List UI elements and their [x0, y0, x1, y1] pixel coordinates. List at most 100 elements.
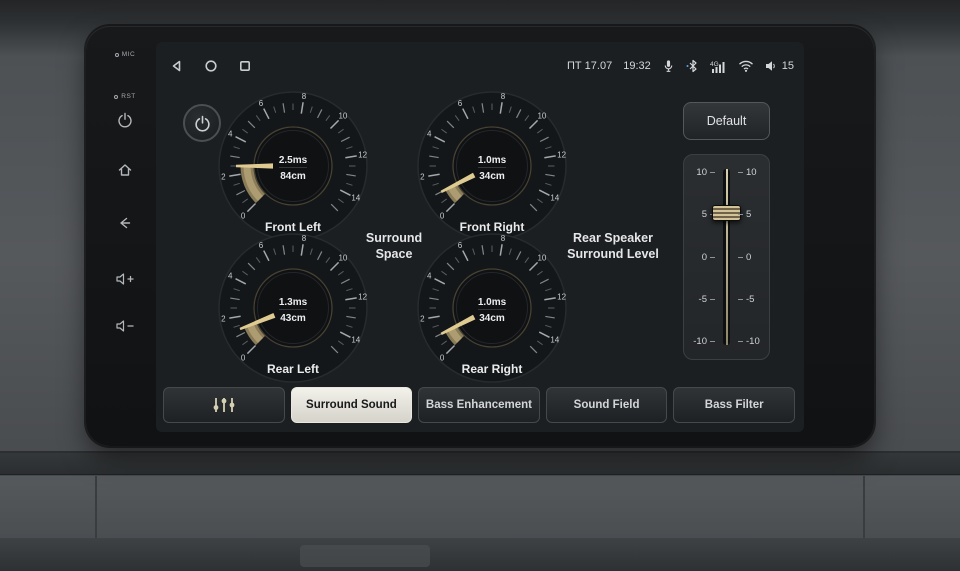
tab-bass-enhancement[interactable]: Bass Enhancement — [418, 387, 540, 423]
svg-text:1.3ms: 1.3ms — [279, 297, 308, 308]
bluetooth-icon — [686, 59, 699, 73]
status-indicators: ПТ 17.07 19:32 4G 15 — [567, 59, 794, 73]
svg-text:84cm: 84cm — [280, 171, 306, 182]
default-button[interactable]: Default — [683, 102, 770, 140]
equalizer-icon — [211, 396, 237, 414]
nav-back-button[interactable] — [170, 59, 184, 73]
svg-text:2: 2 — [420, 173, 425, 182]
dashboard-bottom-band — [0, 538, 960, 571]
tick-dash — [710, 341, 715, 342]
home-button-physical[interactable] — [103, 162, 147, 178]
svg-text:14: 14 — [550, 336, 559, 345]
slider-handle[interactable] — [712, 205, 741, 221]
back-button-physical[interactable] — [103, 215, 147, 231]
tick-dash — [738, 257, 743, 258]
svg-text:2: 2 — [221, 173, 226, 182]
status-date: ПТ 17.07 — [567, 60, 612, 72]
volume-down-icon — [116, 319, 135, 333]
tick-dash — [738, 341, 743, 342]
surround-space-label: Surround Space — [347, 230, 441, 263]
tick-label: 10 — [691, 167, 707, 178]
surround-level-slider[interactable]: 10 5 0 -5 -10 10 5 0 -5 -10 — [683, 154, 770, 360]
power-button-physical[interactable] — [103, 112, 147, 128]
svg-text:12: 12 — [557, 151, 566, 160]
cellular-4g-icon: 4G — [710, 60, 727, 73]
svg-text:8: 8 — [302, 92, 307, 101]
tick-dash — [738, 172, 743, 173]
nav-buttons — [170, 59, 252, 73]
tick-dash — [710, 172, 715, 173]
rear-left-label: Rear Left — [213, 362, 373, 376]
tab-bass-filter[interactable]: Bass Filter — [673, 387, 795, 423]
tick-dash — [710, 299, 715, 300]
dashboard-trim-groove — [0, 453, 960, 475]
home-icon — [117, 162, 133, 178]
tab-surround-sound[interactable]: Surround Sound — [291, 387, 413, 423]
volume-down-button-physical[interactable] — [103, 319, 147, 333]
rear-right-label: Rear Right — [412, 362, 572, 376]
reset-label: RST — [121, 93, 136, 100]
slider-rod — [726, 169, 728, 345]
svg-text:8: 8 — [501, 92, 506, 101]
slider-track[interactable] — [723, 169, 730, 345]
sound-settings-tabbar: Surround Sound Bass Enhancement Sound Fi… — [163, 387, 795, 423]
svg-text:12: 12 — [358, 151, 367, 160]
dashboard-seam-right — [863, 476, 865, 538]
tick-label: -5 — [746, 294, 762, 305]
microphone-icon — [662, 59, 675, 73]
slider-scale-right: 10 5 0 -5 -10 — [738, 167, 762, 347]
mic-hole-label: MIC — [103, 51, 147, 58]
svg-text:12: 12 — [358, 293, 367, 302]
mic-label: MIC — [122, 51, 135, 58]
svg-text:4: 4 — [228, 130, 233, 139]
volume-up-icon — [116, 272, 135, 286]
front-left-delay-knob[interactable]: 024681012142.5ms84cm Front Left — [213, 86, 373, 246]
wifi-icon — [738, 60, 754, 72]
svg-text:34cm: 34cm — [479, 313, 505, 324]
reset-hole — [114, 95, 118, 99]
volume-up-button-physical[interactable] — [103, 272, 147, 286]
rear-speaker-surround-level-label: Rear Speaker Surround Level — [549, 230, 677, 263]
svg-text:10: 10 — [537, 112, 546, 121]
svg-text:43cm: 43cm — [280, 313, 306, 324]
head-unit: MIC RST — [86, 26, 874, 446]
svg-text:10: 10 — [537, 254, 546, 263]
svg-text:10: 10 — [338, 112, 347, 121]
reset-hole-label: RST — [103, 93, 147, 100]
svg-text:8: 8 — [302, 234, 307, 243]
svg-text:1.0ms: 1.0ms — [478, 297, 507, 308]
tick-label: 0 — [746, 252, 762, 263]
tick-label: 0 — [691, 252, 707, 263]
slider-scale-left: 10 5 0 -5 -10 — [691, 167, 715, 347]
dashboard-lower-panel — [0, 476, 960, 538]
tick-label: -10 — [746, 336, 762, 347]
back-arrow-icon — [117, 215, 133, 231]
tick-label: -5 — [691, 294, 707, 305]
mic-hole — [115, 53, 119, 57]
dashboard-seam-left — [95, 476, 97, 538]
tick-label: 5 — [691, 209, 707, 220]
svg-text:2.5ms: 2.5ms — [279, 155, 308, 166]
svg-text:6: 6 — [259, 241, 264, 250]
svg-text:6: 6 — [458, 99, 463, 108]
volume-icon — [765, 60, 777, 72]
svg-text:4: 4 — [427, 130, 432, 139]
network-label: 4G — [710, 61, 719, 68]
svg-text:1.0ms: 1.0ms — [478, 155, 507, 166]
power-icon — [194, 115, 211, 132]
svg-text:14: 14 — [550, 194, 559, 203]
power-icon — [117, 112, 133, 128]
volume-level: 15 — [782, 60, 794, 72]
front-right-delay-knob[interactable]: 024681012141.0ms34cm Front Right — [412, 86, 572, 246]
status-time: 19:32 — [623, 60, 651, 72]
tick-label: 5 — [746, 209, 762, 220]
car-dashboard: MIC RST — [0, 0, 960, 571]
svg-text:14: 14 — [351, 194, 360, 203]
tab-equalizer[interactable] — [163, 387, 285, 423]
svg-text:6: 6 — [259, 99, 264, 108]
tab-sound-field[interactable]: Sound Field — [546, 387, 668, 423]
nav-home-button[interactable] — [204, 59, 218, 73]
tick-dash — [738, 299, 743, 300]
svg-text:8: 8 — [501, 234, 506, 243]
nav-recents-button[interactable] — [238, 59, 252, 73]
